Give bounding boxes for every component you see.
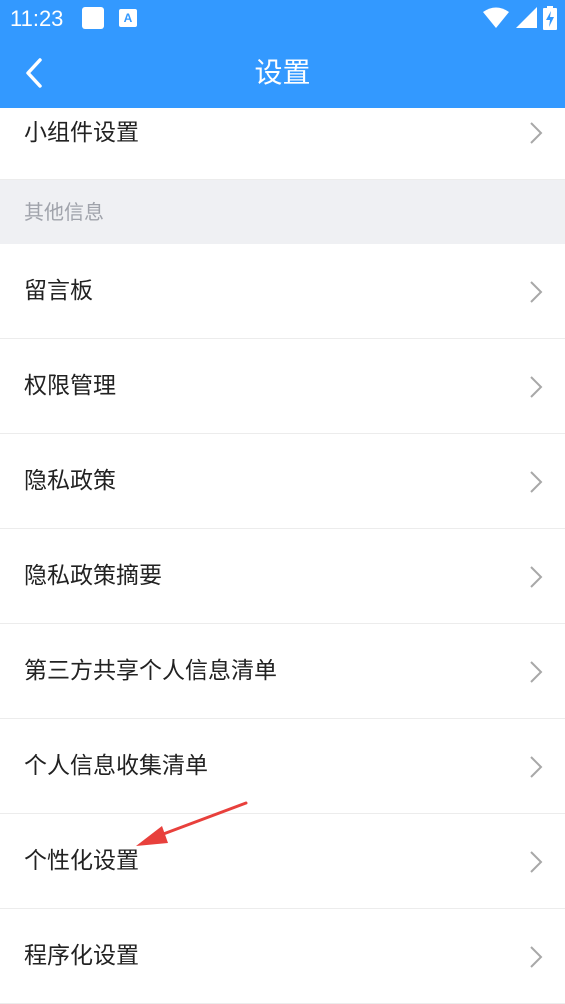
list-item-label: 程序化设置 [24, 943, 139, 969]
list-item-programmatic[interactable]: 程序化设置 [0, 909, 565, 1004]
notification-square-icon [82, 7, 104, 29]
list-item-widget-settings[interactable]: 小组件设置 [0, 108, 565, 180]
list-item-message-board[interactable]: 留言板 [0, 244, 565, 339]
list-item-label: 第三方共享个人信息清单 [24, 658, 277, 684]
status-time: 11:23 [10, 6, 64, 31]
chevron-right-icon [530, 946, 543, 968]
section-header-other-info: 其他信息 [0, 180, 565, 244]
list-item-label: 留言板 [24, 278, 93, 304]
list-item-privacy-policy[interactable]: 隐私政策 [0, 434, 565, 529]
settings-list: 小组件设置 其他信息 留言板 权限管理 隐私政策 隐私政策摘要 第三方共享个人信… [0, 108, 565, 1004]
page-title: 设置 [254, 56, 311, 89]
chevron-right-icon [530, 851, 543, 873]
back-button[interactable] [14, 50, 58, 96]
chevron-right-icon [530, 376, 543, 398]
list-item-label: 小组件设置 [24, 120, 139, 146]
battery-icon [543, 6, 557, 30]
list-item-info-collection[interactable]: 个人信息收集清单 [0, 719, 565, 814]
chevron-left-icon [26, 58, 42, 88]
list-item-personalization[interactable]: 个性化设置 [0, 814, 565, 909]
chevron-right-icon [530, 756, 543, 778]
section-header-label: 其他信息 [24, 200, 104, 224]
app-bar: 设置 [0, 38, 565, 108]
list-item-label: 隐私政策 [24, 468, 116, 494]
chevron-right-icon [530, 281, 543, 303]
list-item-third-party-sharing[interactable]: 第三方共享个人信息清单 [0, 624, 565, 719]
chevron-right-icon [530, 566, 543, 588]
list-item-label: 权限管理 [24, 373, 116, 399]
list-item-label: 隐私政策摘要 [24, 563, 162, 589]
notification-app-icon: A [119, 9, 137, 27]
list-item-privacy-summary[interactable]: 隐私政策摘要 [0, 529, 565, 624]
list-item-permissions[interactable]: 权限管理 [0, 339, 565, 434]
wifi-icon [483, 7, 509, 28]
list-item-label: 个性化设置 [24, 848, 139, 874]
list-item-label: 个人信息收集清单 [24, 753, 208, 779]
signal-icon [516, 7, 537, 28]
chevron-right-icon [530, 122, 543, 144]
status-bar: 11:23 A [0, 0, 565, 38]
chevron-right-icon [530, 661, 543, 683]
chevron-right-icon [530, 471, 543, 493]
